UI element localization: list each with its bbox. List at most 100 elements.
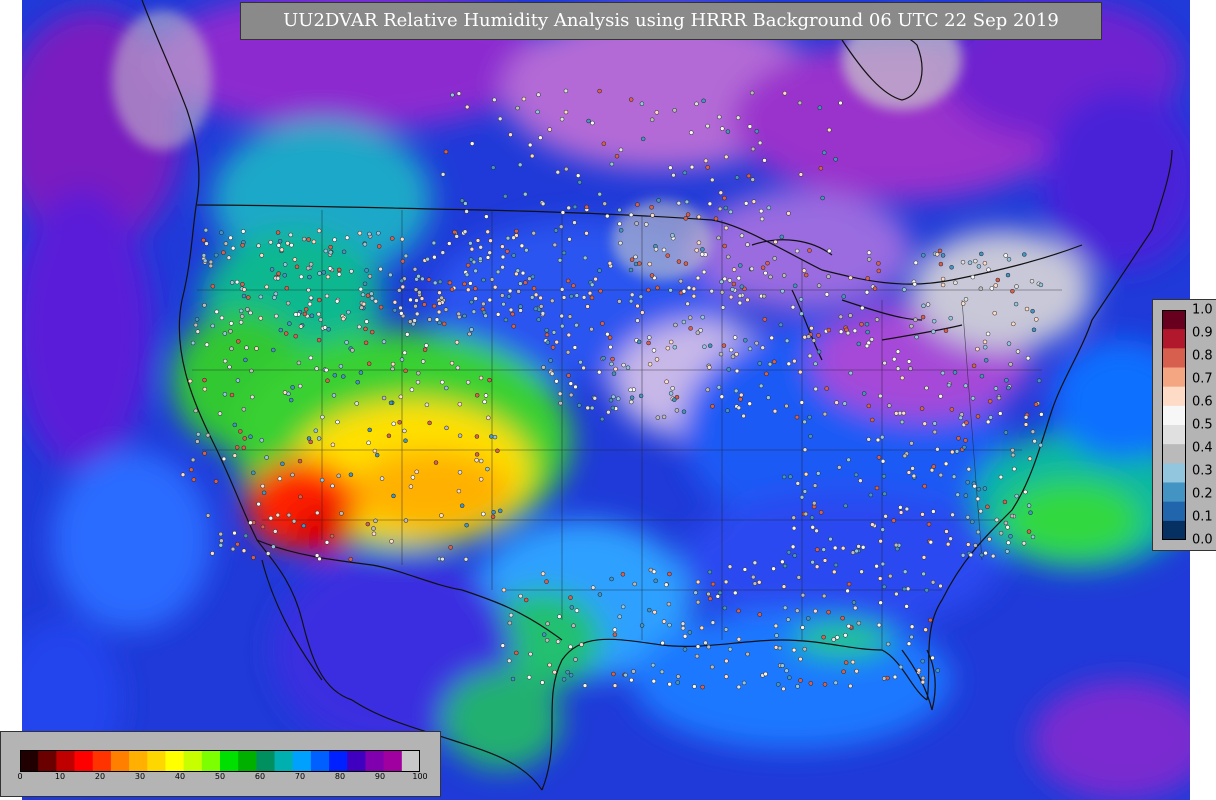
observation-dot xyxy=(1005,272,1011,278)
observation-dot xyxy=(316,311,321,317)
observation-dot xyxy=(1006,385,1011,391)
observation-dot xyxy=(573,657,578,662)
observation-dot xyxy=(731,281,737,287)
observation-dot xyxy=(409,387,415,392)
observation-dot xyxy=(724,658,729,664)
observation-dot xyxy=(228,329,233,334)
observation-dot xyxy=(696,214,702,220)
observation-dot xyxy=(298,324,304,329)
observation-dot xyxy=(399,357,405,362)
observation-dot xyxy=(763,671,768,677)
observation-dot xyxy=(846,623,851,629)
observation-dot xyxy=(672,108,677,113)
rh-colorbar-segment xyxy=(56,750,76,772)
observation-dot xyxy=(773,645,779,650)
observation-dot xyxy=(779,234,785,240)
observation-dot xyxy=(367,274,373,279)
observation-dot xyxy=(647,335,652,340)
observation-dot xyxy=(766,205,772,211)
observation-dot xyxy=(1005,549,1010,554)
observation-dot xyxy=(1008,362,1013,367)
observation-dot xyxy=(973,258,978,264)
observation-dot xyxy=(701,98,706,104)
observation-dot xyxy=(812,500,817,506)
observation-dot xyxy=(426,277,432,282)
observation-dot xyxy=(799,495,805,500)
observation-dot xyxy=(332,237,337,242)
obs-tick-label: 0.0 xyxy=(1192,532,1213,548)
observation-dot xyxy=(210,323,215,329)
observation-dot xyxy=(943,461,949,467)
observation-dot xyxy=(668,288,673,293)
observation-dot xyxy=(724,154,729,160)
observation-dot xyxy=(191,477,197,482)
observation-dot xyxy=(187,378,193,384)
observation-dot xyxy=(316,337,322,343)
observation-dot xyxy=(949,407,955,412)
observation-dot xyxy=(802,646,807,652)
observation-dot xyxy=(449,287,455,292)
observation-dot xyxy=(566,205,571,211)
observation-dot xyxy=(798,297,804,302)
observation-dot xyxy=(769,335,774,341)
observation-dot xyxy=(703,158,709,164)
observation-dot xyxy=(749,90,755,96)
observation-dot xyxy=(550,345,556,350)
observation-dot xyxy=(882,491,887,497)
observation-dot xyxy=(674,408,680,413)
observation-dot xyxy=(763,270,768,276)
observation-dot xyxy=(700,314,705,320)
observation-dot xyxy=(720,126,725,131)
observation-dot xyxy=(208,263,214,269)
rh-colorbar-segment xyxy=(147,750,167,772)
observation-dot xyxy=(376,244,382,249)
observation-dot xyxy=(795,608,800,613)
map-panel xyxy=(22,0,1190,800)
observation-dot xyxy=(710,664,715,670)
observation-dot xyxy=(979,373,985,379)
observation-dot xyxy=(455,365,461,371)
observation-dot xyxy=(920,658,925,664)
obs-tick-label: 0.5 xyxy=(1192,417,1213,433)
observation-dot xyxy=(764,371,769,377)
observation-dot xyxy=(705,123,710,129)
observation-dot xyxy=(483,393,489,398)
observation-dot xyxy=(536,317,541,322)
observation-dot xyxy=(715,594,721,599)
observation-dot xyxy=(654,110,660,115)
observation-dot xyxy=(381,339,387,344)
observation-dot xyxy=(320,414,325,420)
observation-dot xyxy=(264,455,269,460)
observation-dot xyxy=(713,216,719,221)
observation-dot xyxy=(221,250,226,255)
observation-dot xyxy=(736,275,742,281)
observation-dot xyxy=(358,370,364,375)
observation-dot xyxy=(190,457,196,463)
observation-dot xyxy=(717,206,723,212)
observation-dot xyxy=(813,386,818,392)
observation-dot xyxy=(963,297,969,302)
observation-dot xyxy=(511,253,516,258)
observation-dot xyxy=(721,343,727,348)
observation-dot xyxy=(497,508,503,514)
observation-dot xyxy=(222,358,228,364)
observation-dot xyxy=(456,311,461,317)
observation-dot xyxy=(436,309,442,315)
observation-dot xyxy=(683,261,689,266)
observation-dot xyxy=(900,375,905,381)
observation-dot xyxy=(447,280,453,286)
observation-dot xyxy=(616,396,621,401)
observation-dot xyxy=(798,172,804,177)
observation-dot xyxy=(547,662,552,668)
observation-dot xyxy=(818,510,824,515)
observation-dot xyxy=(781,273,787,278)
rh-colorbar-segment xyxy=(256,750,276,772)
observation-dot xyxy=(491,165,496,170)
observation-dot xyxy=(995,277,1001,283)
observation-dot xyxy=(544,328,549,333)
observation-dot xyxy=(259,438,264,443)
observation-dot xyxy=(738,397,743,402)
observation-dot xyxy=(707,343,713,348)
observation-dot xyxy=(786,550,792,555)
observation-dot xyxy=(965,515,971,520)
